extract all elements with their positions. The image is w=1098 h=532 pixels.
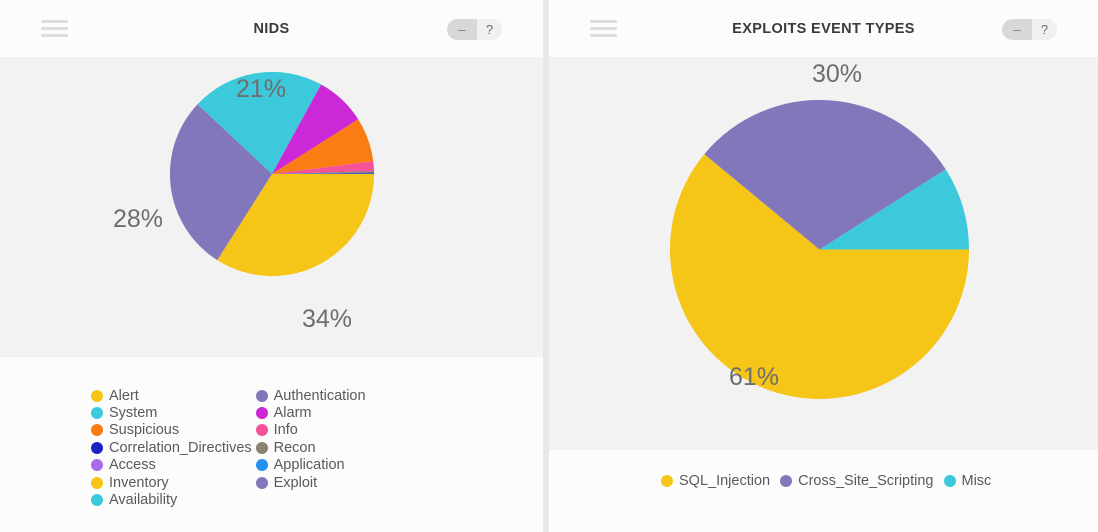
legend-dot-icon	[91, 424, 103, 437]
legend-item-label: Inventory	[109, 474, 169, 491]
legend-item-label: Suspicious	[109, 422, 180, 439]
legend-dot-icon	[661, 474, 673, 487]
legend-item-label: SQL_Injection	[679, 472, 771, 489]
dashboard: NIDS – ? 21% 28% 34% Alert System Suspic…	[0, 0, 1098, 532]
legend-dot-icon	[255, 476, 268, 489]
pie-percent-label-30: 30%	[812, 60, 863, 88]
legend-dot-icon	[91, 407, 103, 420]
legend-item-label: Cross_Site_Scripting	[798, 472, 934, 489]
legend-exploits: SQL_Injection Cross_Site_Scripting Misc	[661, 472, 1061, 489]
legend-column-1: Alert System Suspicious Correlation_Dire…	[91, 387, 252, 509]
legend-item-label: Availability	[109, 492, 178, 509]
pie-chart-exploits[interactable]	[668, 98, 971, 401]
legend-item-label: Info	[273, 422, 298, 439]
legend-item-label: Application	[273, 457, 345, 474]
legend-item[interactable]: Alarm	[255, 404, 366, 422]
legend-item-label: Recon	[273, 439, 316, 456]
legend-item-label: Authentication	[273, 387, 366, 404]
legend-item[interactable]: System	[91, 404, 252, 421]
pie-percent-label-21: 21%	[236, 75, 287, 103]
legend-dot-icon	[780, 474, 793, 487]
legend-item[interactable]: Info	[255, 422, 366, 439]
legend-item[interactable]: Exploit	[255, 474, 366, 491]
chart-area-exploits: 30% 61%	[549, 57, 1098, 450]
legend-item[interactable]: Cross_Site_Scripting	[780, 472, 934, 489]
legend-item[interactable]: SQL_Injection	[661, 472, 770, 489]
legend-nids: Alert System Suspicious Correlation_Dire…	[91, 387, 366, 509]
pie-percent-label-28: 28%	[113, 205, 164, 233]
legend-item[interactable]: Recon	[255, 439, 366, 456]
legend-item-label: Correlation_Directives	[109, 439, 252, 456]
legend-item[interactable]: Application	[255, 457, 366, 474]
panel-controls-exploits[interactable]: – ?	[1002, 19, 1057, 40]
pie-percent-label-61: 61%	[729, 363, 780, 391]
panel-header-nids: NIDS – ?	[0, 0, 543, 57]
legend-area-exploits: SQL_Injection Cross_Site_Scripting Misc	[549, 450, 1098, 532]
help-button[interactable]: ?	[477, 19, 502, 40]
legend-dot-icon	[255, 424, 268, 437]
panel-nids: NIDS – ? 21% 28% 34% Alert System Suspic…	[0, 0, 543, 532]
legend-dot-icon	[255, 389, 268, 402]
legend-item-label: System	[109, 405, 158, 422]
legend-dot-icon	[255, 441, 268, 454]
legend-dot-icon	[255, 407, 268, 420]
legend-dot-icon	[91, 459, 103, 472]
hamburger-menu-icon[interactable]	[41, 20, 68, 37]
minimize-button[interactable]: –	[1002, 19, 1032, 40]
legend-item[interactable]: Suspicious	[91, 422, 252, 439]
legend-item[interactable]: Misc	[943, 472, 992, 489]
legend-item[interactable]: Inventory	[91, 474, 252, 491]
legend-item-label: Alert	[109, 387, 139, 404]
legend-item-label: Exploit	[273, 474, 318, 491]
legend-item[interactable]: Availability	[91, 491, 252, 508]
pie-percent-label-34: 34%	[302, 305, 353, 333]
legend-dot-icon	[91, 441, 103, 454]
pie-chart-exploits-svg	[669, 99, 970, 399]
panel-controls-nids[interactable]: – ?	[447, 19, 502, 40]
legend-dot-icon	[255, 459, 268, 472]
legend-dot-icon	[943, 474, 956, 487]
legend-item[interactable]: Authentication	[255, 387, 366, 404]
panel-header-exploits: EXPLOITS EVENT TYPES – ?	[549, 0, 1098, 57]
panel-exploits-event-types: EXPLOITS EVENT TYPES – ? 30% 61% SQL_Inj…	[549, 0, 1098, 532]
legend-item[interactable]: Alert	[91, 387, 252, 404]
chart-area-nids: 21% 28% 34%	[0, 57, 543, 357]
legend-item[interactable]: Access	[91, 457, 252, 474]
legend-item-label: Access	[109, 457, 156, 474]
legend-item[interactable]: Correlation_Directives	[91, 439, 252, 456]
legend-item-label: Alarm	[273, 405, 312, 422]
legend-column-2: Authentication Alarm Info Recon Applicat…	[255, 387, 366, 509]
legend-area-nids: Alert System Suspicious Correlation_Dire…	[0, 357, 543, 532]
minimize-button[interactable]: –	[447, 19, 477, 40]
legend-item-label: Misc	[961, 472, 992, 489]
help-button[interactable]: ?	[1032, 19, 1057, 40]
legend-dot-icon	[91, 494, 103, 507]
legend-dot-icon	[91, 476, 103, 489]
legend-dot-icon	[91, 389, 103, 402]
hamburger-menu-icon[interactable]	[590, 20, 617, 37]
